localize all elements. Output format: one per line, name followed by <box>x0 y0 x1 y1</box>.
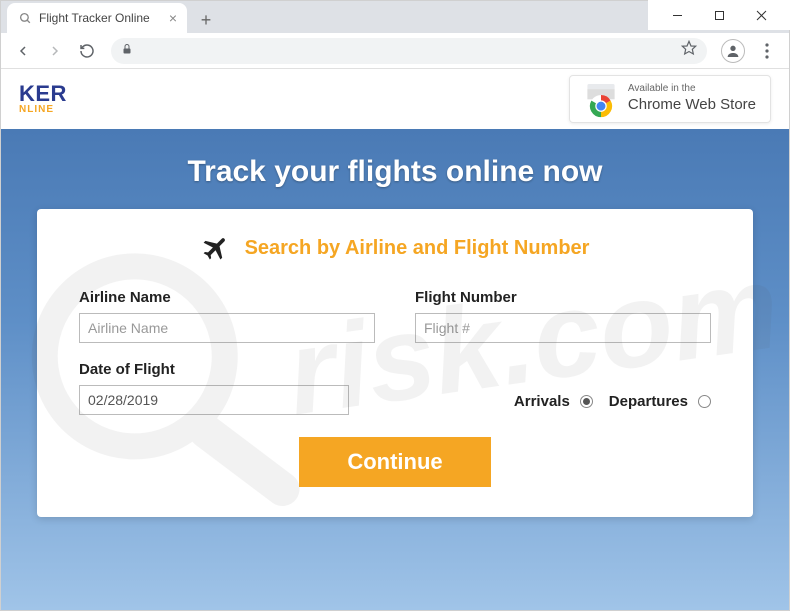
airline-name-input[interactable] <box>79 313 375 343</box>
address-bar[interactable] <box>111 38 707 64</box>
kebab-menu-icon[interactable] <box>753 37 781 65</box>
cws-store-label: Chrome Web Store <box>628 96 756 115</box>
departures-radio[interactable] <box>698 395 711 408</box>
form-row-1: Airline Name Flight Number <box>79 289 711 343</box>
hero-title: Track your flights online now <box>1 129 789 209</box>
hero-banner: Track your flights online now Search by … <box>1 129 789 610</box>
logo-line1: KER <box>19 83 67 105</box>
close-tab-icon[interactable]: × <box>169 10 177 26</box>
browser-tab[interactable]: Flight Tracker Online × <box>7 3 187 33</box>
site-logo: KER NLINE <box>19 83 67 115</box>
browser-toolbar <box>1 33 789 69</box>
date-of-flight-label: Date of Flight <box>79 361 349 378</box>
card-header: Search by Airline and Flight Number <box>79 233 711 263</box>
reload-button[interactable] <box>73 37 101 65</box>
search-icon <box>17 10 33 26</box>
chrome-icon <box>584 82 618 116</box>
arrivals-label: Arrivals <box>514 393 570 410</box>
back-button[interactable] <box>9 37 37 65</box>
search-card: Search by Airline and Flight Number Airl… <box>37 209 753 517</box>
page-content: KER NLINE Avail <box>1 69 789 610</box>
profile-button[interactable] <box>721 39 745 63</box>
bookmark-star-icon[interactable] <box>681 40 697 61</box>
date-of-flight-input[interactable] <box>79 385 349 415</box>
chrome-web-store-badge[interactable]: Available in the Chrome Web Store <box>569 75 771 123</box>
cws-available-label: Available in the <box>628 83 756 96</box>
flight-number-input[interactable] <box>415 313 711 343</box>
airline-name-label: Airline Name <box>79 289 375 306</box>
new-tab-button[interactable]: + <box>193 7 219 33</box>
direction-group: Arrivals Departures <box>389 393 711 410</box>
card-title: Search by Airline and Flight Number <box>245 237 590 260</box>
cws-text: Available in the Chrome Web Store <box>628 83 756 114</box>
continue-button[interactable]: Continue <box>299 437 490 487</box>
lock-icon <box>121 43 133 58</box>
departures-label: Departures <box>609 393 688 410</box>
airplane-icon <box>201 233 231 263</box>
window-titlebar <box>648 0 790 30</box>
tab-title: Flight Tracker Online <box>39 11 150 25</box>
forward-button[interactable] <box>41 37 69 65</box>
browser-window: Flight Tracker Online × + <box>0 0 790 611</box>
minimize-button[interactable] <box>656 0 698 30</box>
maximize-button[interactable] <box>698 0 740 30</box>
close-window-button[interactable] <box>740 0 782 30</box>
logo-line2: NLINE <box>19 105 67 115</box>
arrivals-radio[interactable] <box>580 395 593 408</box>
form-row-2: Date of Flight Arrivals Departures <box>79 361 711 415</box>
flight-number-label: Flight Number <box>415 289 711 306</box>
page-header: KER NLINE Avail <box>1 69 789 129</box>
